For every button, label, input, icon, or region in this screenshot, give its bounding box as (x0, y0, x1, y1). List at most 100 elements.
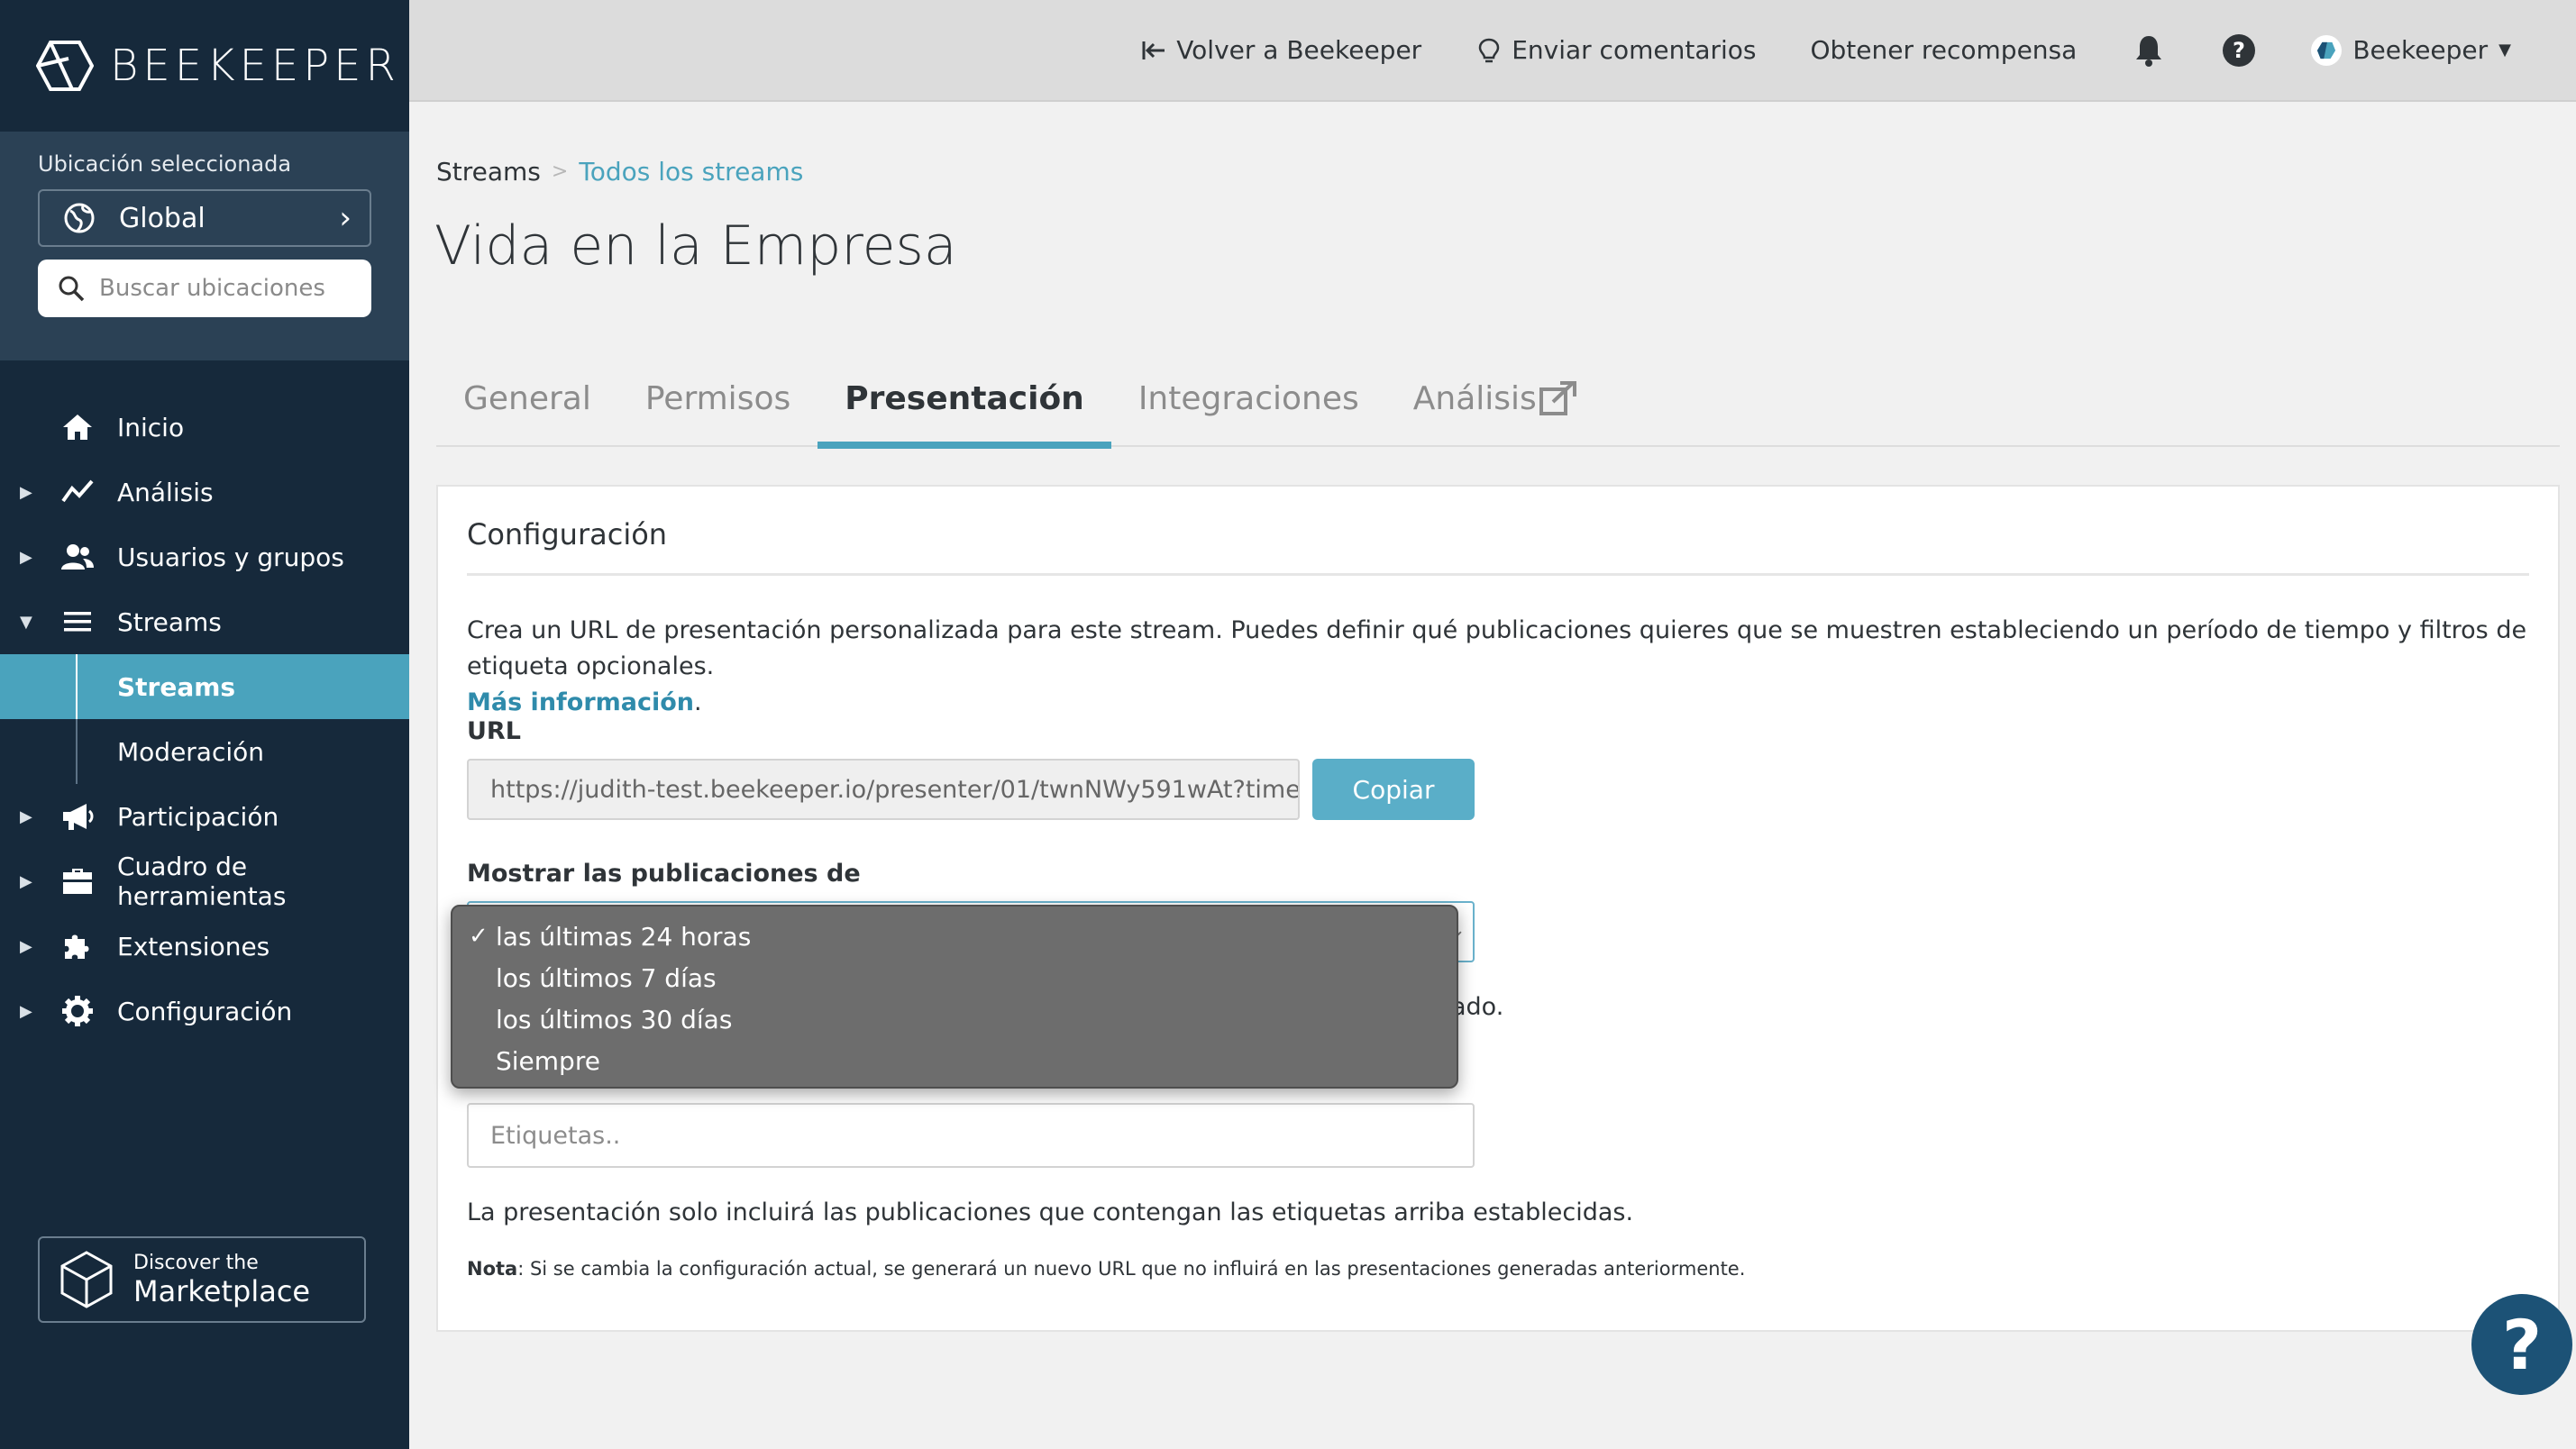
location-search[interactable] (38, 260, 371, 317)
back-to-beekeeper-link[interactable]: Volver a Beekeeper (1140, 35, 1421, 65)
sidebar-item-label: Extensiones (117, 931, 270, 961)
option-label: los últimos 30 días (496, 1004, 733, 1034)
breadcrumb: Streams > Todos los streams (436, 157, 803, 187)
divider (467, 573, 2529, 576)
sidebar-item-inicio[interactable]: Inicio (0, 395, 409, 460)
tab-label: Análisis (1412, 380, 1537, 417)
tab-permisos[interactable]: Permisos (618, 360, 818, 447)
location-panel: Ubicación seleccionada Global › (0, 132, 409, 360)
option-label: los últimos 7 días (496, 962, 717, 993)
puzzle-icon (59, 928, 96, 964)
marketplace-line1: Discover the (133, 1251, 259, 1274)
url-label: URL (467, 717, 521, 745)
sidebar-item-analisis[interactable]: ▶ Análisis (0, 460, 409, 524)
sidebar-item-herramientas[interactable]: ▶ Cuadro de herramientas (0, 849, 409, 914)
beekeeper-logo-icon (36, 41, 94, 91)
cube-icon (60, 1251, 113, 1308)
sidebar-item-usuarios[interactable]: ▶ Usuarios y grupos (0, 524, 409, 589)
sidebar-item-label: Participación (117, 801, 279, 832)
option-label: Siempre (496, 1045, 600, 1076)
sidebar-nav: Inicio ▶ Análisis ▶ Usuarios y grupos ▼ … (0, 395, 409, 1043)
timeframe-option-30d[interactable]: los últimos 30 días (452, 998, 1457, 1040)
timeframe-option-always[interactable]: Siempre (452, 1040, 1457, 1081)
account-menu[interactable]: Beekeeper ▼ (2311, 34, 2511, 66)
sidebar-item-label: Usuarios y grupos (117, 542, 344, 572)
chevron-right-icon: › (339, 200, 352, 236)
svg-text:?: ? (2233, 38, 2245, 63)
sidebar-item-participacion[interactable]: ▶ Participación (0, 784, 409, 849)
users-icon (59, 539, 96, 575)
sidebar-item-extensiones[interactable]: ▶ Extensiones (0, 914, 409, 979)
breadcrumb-separator: > (551, 160, 569, 183)
tab-label: Integraciones (1137, 380, 1359, 417)
timeframe-option-7d[interactable]: los últimos 7 días (452, 957, 1457, 998)
sidebar-subitem-streams[interactable]: Streams (0, 654, 409, 719)
account-avatar (2311, 34, 2343, 66)
description-text: Crea un URL de presentación personalizad… (467, 616, 2527, 680)
page-title: Vida en la Empresa (434, 214, 957, 278)
configuration-description: Crea un URL de presentación personalizad… (467, 616, 2527, 716)
marketplace-text: Discover the Marketplace (133, 1252, 310, 1308)
caret-right-icon: ▶ (20, 1001, 32, 1021)
location-search-input[interactable] (99, 275, 333, 302)
tab-presentacion[interactable]: Presentación (818, 360, 1111, 449)
help-fab-button[interactable]: ? (2471, 1294, 2572, 1395)
caret-down-icon: ▼ (2498, 41, 2511, 59)
account-name: Beekeeper (2352, 35, 2489, 65)
tab-label: Presentación (845, 380, 1084, 417)
search-icon (59, 276, 85, 302)
sidebar: BEEKEEPER Ubicación seleccionada Global … (0, 0, 409, 1449)
reward-label: Obtener recompensa (1810, 35, 2078, 65)
option-label: las últimas 24 horas (496, 921, 752, 952)
caret-right-icon: ▶ (20, 547, 32, 567)
tab-analisis[interactable]: Análisis (1386, 360, 1605, 447)
line-chart-icon (59, 474, 96, 510)
location-label: Ubicación seleccionada (38, 151, 292, 177)
sidebar-item-configuracion[interactable]: ▶ Configuración (0, 979, 409, 1043)
configuration-title: Configuración (467, 517, 668, 551)
tags-input[interactable] (467, 1103, 1475, 1168)
note-prefix: Nota (467, 1258, 518, 1280)
get-reward-link[interactable]: Obtener recompensa (1810, 35, 2077, 65)
tab-general[interactable]: General (436, 360, 618, 447)
list-icon (59, 604, 96, 640)
account-logo-icon (2317, 41, 2336, 59)
topbar: Volver a Beekeeper Enviar comentarios Ob… (409, 0, 2576, 102)
sidebar-item-streams[interactable]: ▼ Streams (0, 589, 409, 654)
marketplace-line2: Marketplace (133, 1273, 311, 1308)
caret-right-icon: ▶ (20, 936, 32, 956)
brand-logo[interactable]: BEEKEEPER (0, 0, 409, 132)
caret-right-icon: ▶ (20, 482, 32, 502)
external-link-icon (1539, 381, 1576, 415)
help-fab-label: ? (2501, 1304, 2543, 1385)
caret-right-icon: ▶ (20, 871, 32, 891)
gear-icon (59, 993, 96, 1029)
lightbulb-icon (1478, 38, 1500, 62)
home-icon (59, 409, 96, 445)
caret-down-icon: ▼ (20, 612, 32, 632)
sidebar-item-label: Configuración (117, 996, 293, 1026)
url-field[interactable]: https://judith-test.beekeeper.io/present… (467, 759, 1300, 820)
location-selector[interactable]: Global › (38, 189, 371, 247)
tab-integraciones[interactable]: Integraciones (1111, 360, 1386, 447)
sidebar-subitem-moderacion[interactable]: Moderación (0, 719, 409, 784)
tab-label: General (463, 380, 591, 417)
location-selected: Global (119, 202, 206, 234)
send-feedback-link[interactable]: Enviar comentarios (1475, 35, 1756, 65)
megaphone-icon (59, 798, 96, 834)
bell-icon[interactable] (2131, 32, 2167, 68)
more-info-link[interactable]: Más información (467, 688, 694, 716)
marketplace-button[interactable]: Discover the Marketplace (38, 1236, 366, 1323)
timeframe-hint: ado. (1451, 993, 1504, 1021)
sidebar-item-label: Cuadro de herramientas (117, 852, 287, 911)
help-circle-icon[interactable]: ? (2221, 32, 2257, 68)
caret-right-icon: ▶ (20, 807, 32, 826)
timeframe-option-24h[interactable]: ✓ las últimas 24 horas (452, 916, 1457, 957)
sidebar-item-label: Análisis (117, 477, 214, 507)
tab-label: Permisos (644, 380, 791, 417)
sidebar-item-label: Streams (117, 671, 236, 702)
copy-button[interactable]: Copiar (1312, 759, 1475, 820)
change-note: Nota: Si se cambia la configuración actu… (467, 1258, 1745, 1280)
breadcrumb-root[interactable]: Streams (436, 157, 541, 187)
breadcrumb-current[interactable]: Todos los streams (579, 157, 803, 187)
